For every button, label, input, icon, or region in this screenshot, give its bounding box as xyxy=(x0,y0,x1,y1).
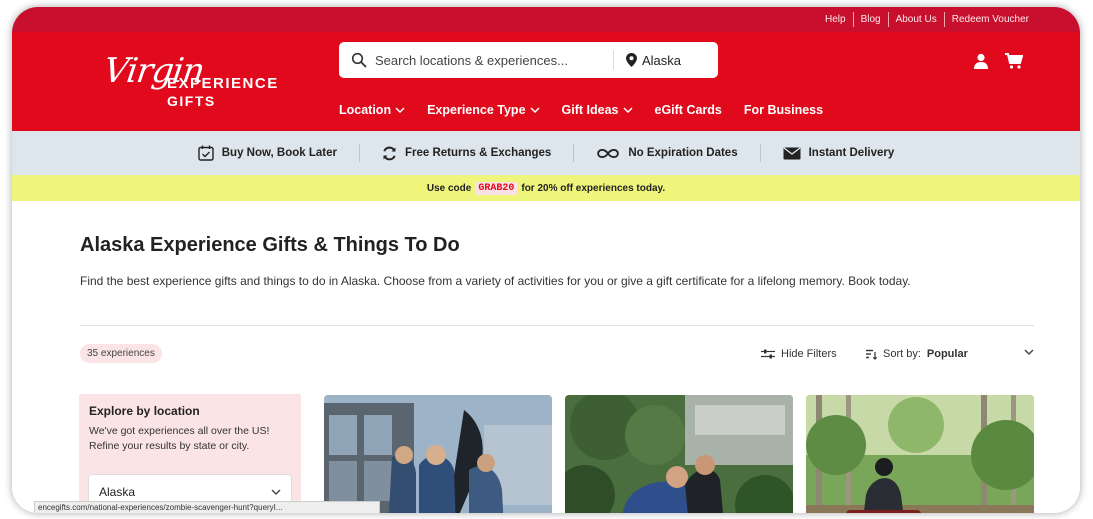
promo-suffix: for 20% off experiences today. xyxy=(521,182,666,194)
nav-for-business[interactable]: For Business xyxy=(744,103,823,117)
promo-prefix: Use code xyxy=(426,182,472,194)
benefit-delivery-label: Instant Delivery xyxy=(808,147,895,159)
benefit-no-expiration: No Expiration Dates xyxy=(574,147,759,160)
logo-line1: EXPERIENCE xyxy=(167,75,279,92)
chevron-down-icon xyxy=(395,107,405,113)
experience-card-garden-activity[interactable] xyxy=(565,395,793,513)
experience-card-zombie-hunt[interactable] xyxy=(324,395,552,513)
chevron-down-icon[interactable] xyxy=(1024,349,1034,355)
nav-location[interactable]: Location xyxy=(339,103,405,117)
benefit-buy-now-label: Buy Now, Book Later xyxy=(221,147,337,159)
promo-code[interactable]: GRAB20 xyxy=(475,181,518,195)
nav-gift-ideas[interactable]: Gift Ideas xyxy=(562,103,633,117)
main-content: Alaska Experience Gifts & Things To Do F… xyxy=(12,201,1080,513)
envelope-icon xyxy=(783,146,801,159)
search-bar: Alaska xyxy=(339,42,718,78)
infinity-icon xyxy=(597,148,620,158)
nav-gift-ideas-label: Gift Ideas xyxy=(561,103,619,117)
user-icon[interactable] xyxy=(973,53,989,69)
about-us-link[interactable]: About Us xyxy=(889,14,944,25)
experience-count-badge: 35 experiences xyxy=(80,344,162,363)
redeem-voucher-link[interactable]: Redeem Voucher xyxy=(945,14,1036,25)
cart-icon[interactable] xyxy=(1005,53,1023,69)
virgin-experience-gifts-logo[interactable]: Virgin EXPERIENCE GIFTS xyxy=(101,51,289,115)
experience-photo xyxy=(806,395,1034,513)
benefit-buy-now: Buy Now, Book Later xyxy=(176,145,359,161)
blog-link[interactable]: Blog xyxy=(854,14,888,25)
search-icon xyxy=(351,52,367,68)
hide-filters-button[interactable]: Hide Filters xyxy=(761,348,837,360)
explore-by-location-panel: Explore by location We've got experience… xyxy=(79,394,301,513)
sort-icon xyxy=(866,349,877,360)
search-location-value[interactable]: Alaska xyxy=(642,53,681,68)
promo-banner: Use code GRAB20 for 20% off experiences … xyxy=(12,175,1080,201)
experience-photo xyxy=(324,395,552,513)
browser-status-url: encegifts.com/national-experiences/zombi… xyxy=(34,501,380,513)
benefit-returns: Free Returns & Exchanges xyxy=(360,146,573,161)
sort-value: Popular xyxy=(926,348,968,360)
hide-filters-label: Hide Filters xyxy=(781,348,837,360)
chevron-down-icon xyxy=(622,107,633,113)
location-select-value: Alaska xyxy=(99,485,136,499)
sliders-icon xyxy=(761,349,775,359)
page-title: Alaska Experience Gifts & Things To Do xyxy=(80,234,460,256)
experience-card-atv-tour[interactable] xyxy=(806,395,1034,513)
nav-egift-cards[interactable]: eGift Cards xyxy=(655,103,722,117)
nav-experience-type[interactable]: Experience Type xyxy=(427,103,540,117)
account-actions xyxy=(973,53,1023,69)
sort-dropdown[interactable]: Sort by: Popular xyxy=(866,348,968,360)
page-description: Find the best experience gifts and thing… xyxy=(80,274,911,288)
benefits-bar: Buy Now, Book Later Free Returns & Excha… xyxy=(12,131,1080,175)
explore-subtitle: We've got experiences all over the US! R… xyxy=(89,425,270,452)
help-link[interactable]: Help xyxy=(818,14,853,25)
benefit-delivery: Instant Delivery xyxy=(761,146,917,160)
sort-label: Sort by: xyxy=(883,348,921,360)
refresh-icon xyxy=(383,146,396,160)
benefit-no-expiration-label: No Expiration Dates xyxy=(628,147,738,159)
calendar-check-icon xyxy=(198,145,214,161)
chevron-down-icon xyxy=(530,107,540,113)
explore-title: Explore by location xyxy=(89,404,200,418)
benefit-returns-label: Free Returns & Exchanges xyxy=(404,147,552,159)
search-divider xyxy=(613,50,614,70)
nav-experience-type-label: Experience Type xyxy=(427,103,526,117)
utility-bar: Help Blog About Us Redeem Voucher xyxy=(12,7,1080,32)
divider xyxy=(80,325,1034,326)
nav-location-label: Location xyxy=(339,103,392,117)
experience-photo xyxy=(565,395,793,513)
search-input[interactable] xyxy=(375,52,605,68)
main-header: Virgin EXPERIENCE GIFTS Alaska xyxy=(12,32,1080,131)
logo-line2: GIFTS xyxy=(167,93,216,109)
browser-frame: Help Blog About Us Redeem Voucher Virgin… xyxy=(12,7,1080,513)
main-nav: Location Experience Type Gift Ideas eGif… xyxy=(339,103,845,117)
chevron-down-icon xyxy=(271,489,281,495)
location-pin-icon xyxy=(626,53,637,67)
